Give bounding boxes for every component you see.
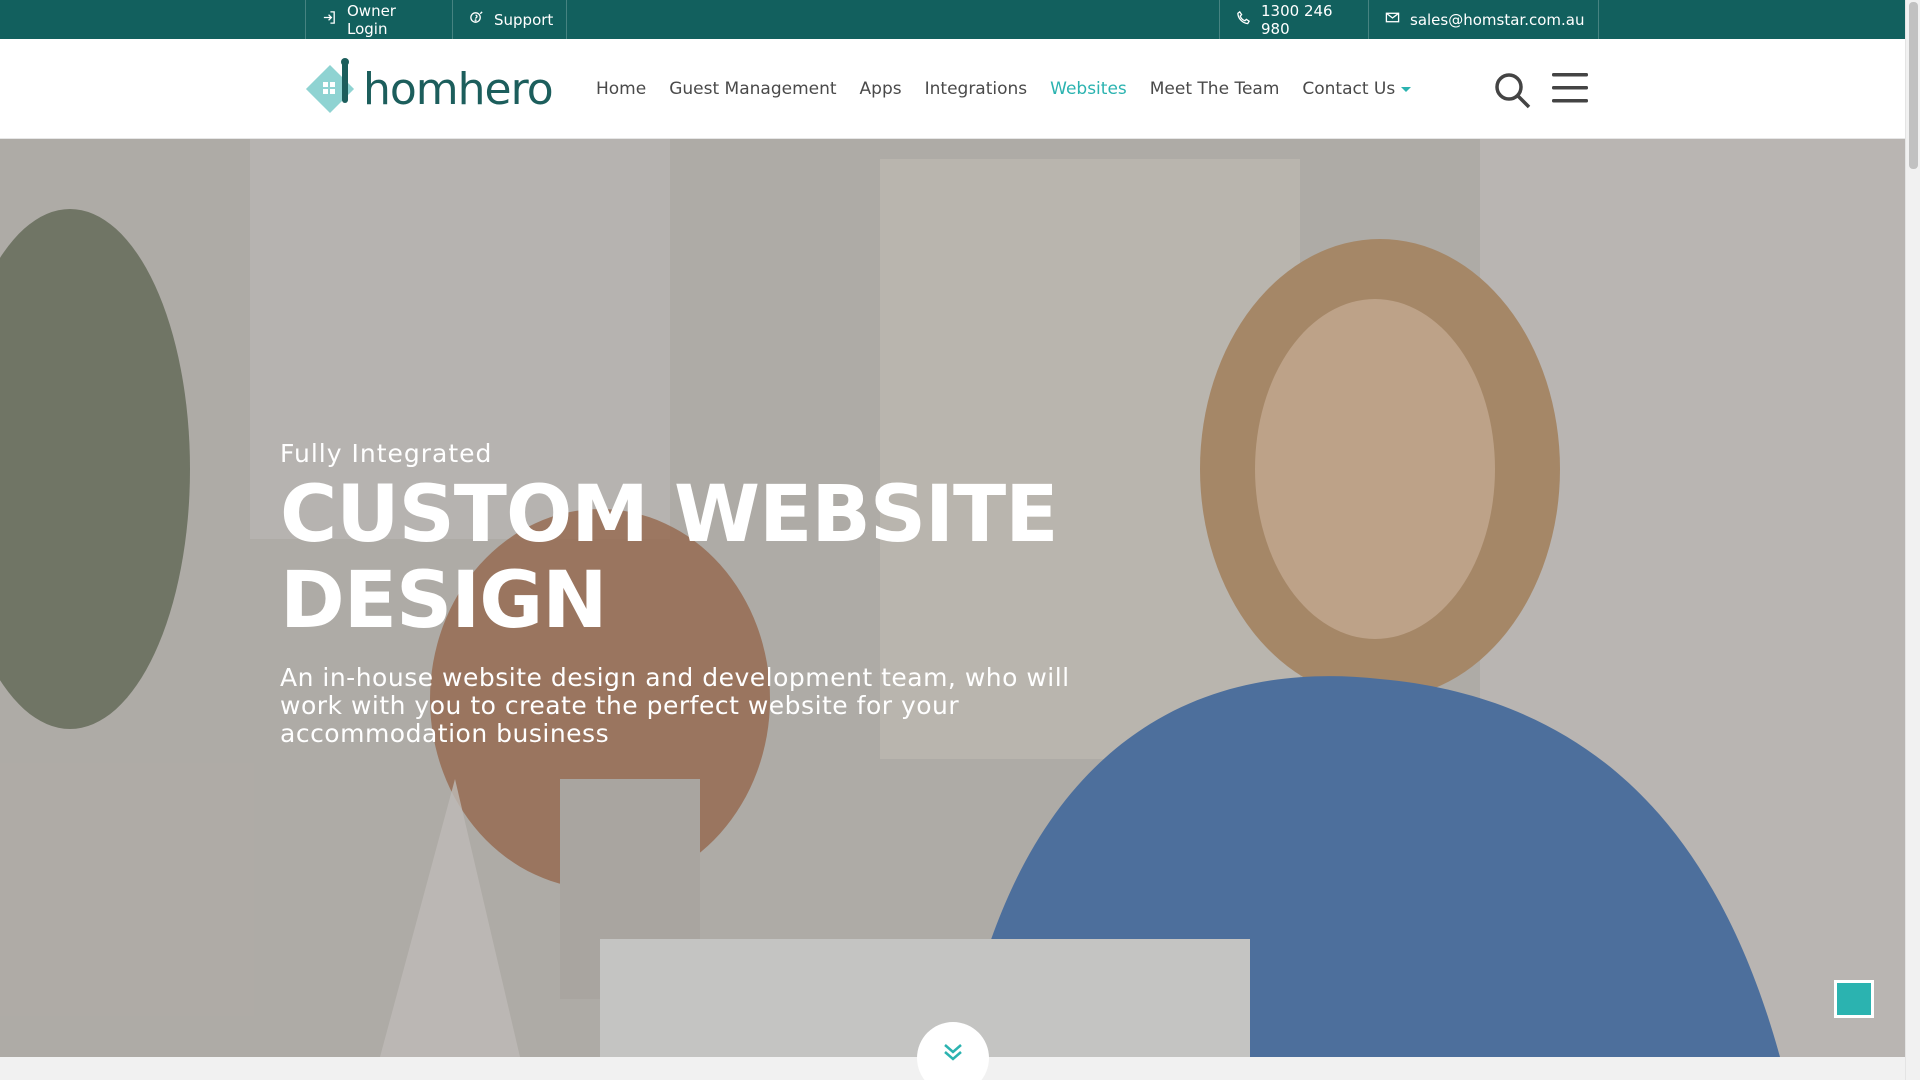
main-navigation: Home Guest Management Apps Integrations … (596, 39, 1412, 139)
email-link[interactable]: sales@homstar.com.au (1368, 0, 1599, 39)
logo-mark-icon (305, 56, 357, 122)
support-label: Support (494, 10, 554, 29)
login-icon (322, 10, 337, 29)
search-icon (1493, 73, 1533, 115)
hero-headline: CUSTOM WEBSITE DESIGN (280, 470, 1059, 646)
nav-websites[interactable]: Websites (1050, 79, 1127, 99)
site-header: homhero Home Guest Management Apps Integ… (0, 39, 1905, 139)
caret-down-icon (1401, 86, 1412, 92)
hero-subtext: An in-house website design and developme… (280, 663, 1070, 748)
owner-login-link[interactable]: Owner Login (305, 0, 452, 39)
hero-eyebrow: Fully Integrated (280, 439, 493, 468)
email-label: sales@homstar.com.au (1410, 10, 1585, 29)
vertical-scrollbar[interactable] (1905, 0, 1920, 1080)
scrollbar-thumb[interactable] (1909, 2, 1918, 169)
homhero-logo[interactable]: homhero (305, 56, 554, 122)
owner-login-label: Owner Login (347, 1, 396, 38)
search-button[interactable] (1493, 71, 1533, 111)
phone-link[interactable]: 1300 246 980 (1219, 0, 1368, 39)
nav-contact-us-label: Contact Us (1302, 79, 1396, 99)
envelope-icon (1385, 10, 1400, 29)
nav-apps[interactable]: Apps (860, 79, 902, 99)
support-icon (469, 10, 484, 29)
nav-integrations[interactable]: Integrations (925, 79, 1028, 99)
phone-icon (1236, 10, 1251, 29)
top-utility-bar: Owner Login Support 1300 246 980 sales@h… (0, 0, 1905, 39)
hamburger-menu-icon (1550, 73, 1590, 109)
menu-button[interactable] (1550, 71, 1590, 105)
nav-home[interactable]: Home (596, 79, 646, 99)
double-chevron-down-icon (942, 1042, 964, 1080)
support-link[interactable]: Support (452, 0, 567, 39)
hero-text-block: Fully Integrated CUSTOM WEBSITE DESIGN A… (280, 439, 1080, 748)
nav-guest-management[interactable]: Guest Management (669, 79, 836, 99)
nav-contact-us[interactable]: Contact Us (1302, 79, 1412, 99)
back-to-top-button[interactable] (1834, 980, 1874, 1018)
logo-text: homhero (363, 63, 554, 115)
phone-label: 1300 246 980 (1261, 1, 1333, 38)
hero-section: Fully Integrated CUSTOM WEBSITE DESIGN A… (0, 139, 1905, 1057)
nav-meet-the-team[interactable]: Meet The Team (1150, 79, 1280, 99)
